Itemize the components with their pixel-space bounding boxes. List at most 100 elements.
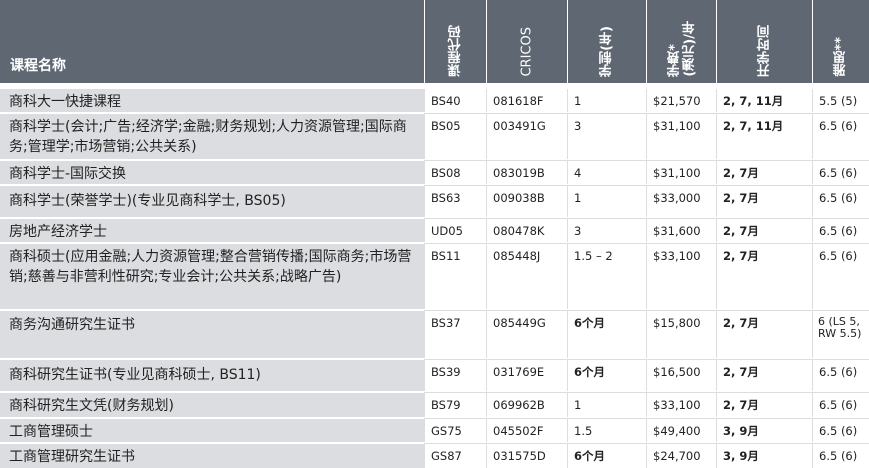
course-code: BS05	[424, 114, 486, 159]
course-fee: $31,600	[646, 219, 716, 242]
course-code: GS75	[424, 419, 486, 442]
course-name: 工商管理硕士	[0, 419, 424, 442]
course-name: 房地产经济学士	[0, 219, 424, 242]
course-duration: 3	[567, 114, 646, 159]
table-row: 房地产经济学士 UD05 080478K 3 $31,600 2, 7月 6.5…	[0, 219, 869, 243]
course-cricos: 069962B	[486, 393, 567, 417]
course-intake: 3, 9月	[716, 444, 812, 468]
course-ielts: 6.5 (6)	[812, 393, 869, 417]
table-row: 商科研究生证书(专业见商科硕士, BS11) BS39 031769E 6个月 …	[0, 360, 869, 392]
course-name: 商科大一快捷课程	[0, 89, 424, 112]
course-code: UD05	[424, 219, 486, 242]
course-name: 商科学士(荣誉学士)(专业见商科学士, BS05)	[0, 186, 424, 217]
course-duration: 3	[567, 219, 646, 242]
course-name: 商科学士(会计;广告;经济学;金融;财务规划;人力资源管理;国际商务;管理学;市…	[0, 114, 424, 159]
header-intake: 开学时间	[757, 25, 772, 77]
course-intake: 2, 7, 11月	[716, 114, 812, 159]
course-fee: $15,800	[646, 311, 716, 358]
table-row: 商科学士(荣誉学士)(专业见商科学士, BS05) BS63 009038B 1…	[0, 186, 869, 218]
course-cricos: 085448J	[486, 244, 567, 309]
course-cricos: 009038B	[486, 186, 567, 217]
table-row: 工商管理硕士 GS75 045502F 1.5 $49,400 3, 9月 6.…	[0, 419, 869, 443]
course-fee: $16,500	[646, 360, 716, 391]
course-cricos: 003491G	[486, 114, 567, 159]
course-cricos: 081618F	[486, 89, 567, 112]
course-fee: $24,700	[646, 444, 716, 468]
course-name: 商科研究生证书(专业见商科硕士, BS11)	[0, 360, 424, 391]
course-code: BS39	[424, 360, 486, 391]
course-ielts: 6.5 (6)	[812, 244, 869, 309]
course-ielts: 5.5 (5)	[812, 89, 869, 112]
course-code: GS87	[424, 444, 486, 468]
course-table: 课程名称 课程代码 CRICOS 学制(年) 学费* (澳元)/年 开学时间 雅…	[0, 0, 869, 468]
course-cricos: 080478K	[486, 219, 567, 242]
course-cricos: 085449G	[486, 311, 567, 358]
course-ielts: 6.5 (6)	[812, 419, 869, 442]
course-duration: 6个月	[567, 311, 646, 358]
table-row: 商科硕士(应用金融;人力资源管理;整合营销传播;国际商务;市场营销;慈善与非营利…	[0, 244, 869, 310]
course-duration: 1	[567, 89, 646, 112]
course-code: BS63	[424, 186, 486, 217]
course-cricos: 045502F	[486, 419, 567, 442]
course-ielts: 6.5 (6)	[812, 219, 869, 242]
course-intake: 2, 7月	[716, 393, 812, 417]
course-duration: 1	[567, 393, 646, 417]
course-fee: $33,000	[646, 186, 716, 217]
course-ielts: 6 (LS 5, RW 5.5)	[812, 311, 869, 358]
course-fee: $33,100	[646, 244, 716, 309]
table-row: 商科大一快捷课程 BS40 081618F 1 $21,570 2, 7, 11…	[0, 89, 869, 113]
course-intake: 2, 7月	[716, 186, 812, 217]
header-cricos: CRICOS	[519, 27, 535, 77]
header-duration-cell: 学制(年)	[567, 0, 646, 83]
course-intake: 2, 7月	[716, 161, 812, 184]
table-row: 工商管理研究生证书 GS87 031575D 6个月 $24,700 3, 9月…	[0, 444, 869, 468]
header-duration: 学制(年)	[599, 26, 615, 77]
course-duration: 6个月	[567, 444, 646, 468]
course-intake: 2, 7月	[716, 244, 812, 309]
header-code-cell: 课程代码	[424, 0, 486, 83]
course-name: 商务沟通研究生证书	[0, 311, 424, 358]
course-name: 商科研究生文凭(财务规划)	[0, 393, 424, 417]
table-row: 商科研究生文凭(财务规划) BS79 069962B 1 $33,100 2, …	[0, 393, 869, 418]
course-cricos: 031769E	[486, 360, 567, 391]
table-row: 商科学士-国际交换 BS08 083019B 4 $31,100 2, 7月 6…	[0, 161, 869, 185]
course-fee: $33,100	[646, 393, 716, 417]
course-ielts: 6.5 (6)	[812, 444, 869, 468]
table-row: 商科学士(会计;广告;经济学;金融;财务规划;人力资源管理;国际商务;管理学;市…	[0, 114, 869, 160]
course-code: BS11	[424, 244, 486, 309]
course-duration: 1.5 – 2	[567, 244, 646, 309]
course-code: BS40	[424, 89, 486, 112]
course-code: BS79	[424, 393, 486, 417]
course-intake: 2, 7, 11月	[716, 89, 812, 112]
course-duration: 4	[567, 161, 646, 184]
header-course-name: 课程名称	[10, 58, 66, 74]
course-name: 工商管理研究生证书	[0, 444, 424, 468]
course-ielts: 6.5 (6)	[812, 161, 869, 184]
course-ielts: 6.5 (6)	[812, 114, 869, 159]
header-ielts-cell: 雅思**	[812, 0, 869, 83]
table-row: 商务沟通研究生证书 BS37 085449G 6个月 $15,800 2, 7月…	[0, 311, 869, 359]
course-duration: 1	[567, 186, 646, 217]
course-fee: $49,400	[646, 419, 716, 442]
course-intake: 3, 9月	[716, 419, 812, 442]
header-intake-cell: 开学时间	[716, 0, 812, 83]
header-cricos-cell: CRICOS	[486, 0, 567, 83]
course-intake: 2, 7月	[716, 360, 812, 391]
course-name: 商科学士-国际交换	[0, 161, 424, 184]
header-fee-line2: (澳元)/年	[682, 21, 698, 77]
course-cricos: 083019B	[486, 161, 567, 184]
course-fee: $21,570	[646, 89, 716, 112]
course-ielts: 6.5 (6)	[812, 360, 869, 391]
course-cricos: 031575D	[486, 444, 567, 468]
course-intake: 2, 7月	[716, 311, 812, 358]
header-fee-cell: 学费* (澳元)/年	[646, 0, 716, 83]
course-duration: 6个月	[567, 360, 646, 391]
table-header: 课程名称 课程代码 CRICOS 学制(年) 学费* (澳元)/年 开学时间 雅…	[0, 0, 869, 83]
course-fee: $31,100	[646, 114, 716, 159]
course-code: BS37	[424, 311, 486, 358]
course-fee: $31,100	[646, 161, 716, 184]
course-duration: 1.5	[567, 419, 646, 442]
course-code: BS08	[424, 161, 486, 184]
header-ielts: 雅思**	[833, 37, 849, 77]
course-ielts: 6.5 (6)	[812, 186, 869, 217]
